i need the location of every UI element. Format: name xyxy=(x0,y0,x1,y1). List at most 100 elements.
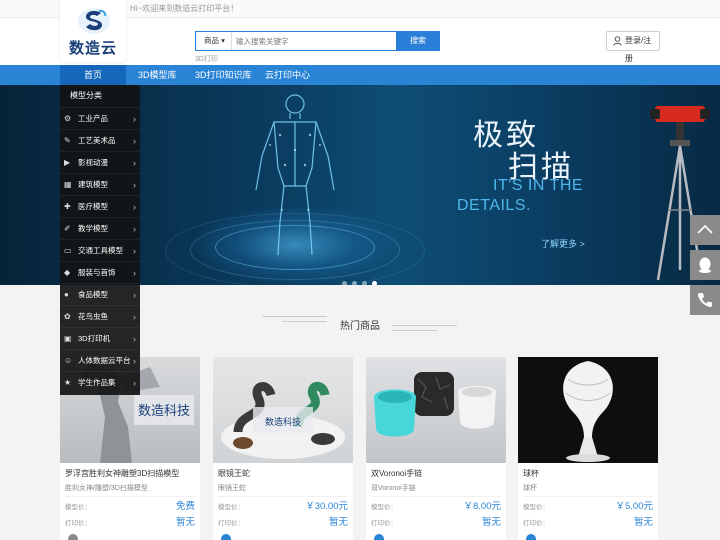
chevron-right-icon: › xyxy=(133,114,136,124)
avatar xyxy=(526,534,536,540)
product-card[interactable]: 球杯 球杯 模型价： ￥5.00元 打印价： 暂无 xyxy=(518,357,658,540)
category-item[interactable]: ▶ 影视动漫 › xyxy=(60,151,140,173)
industry-icon: ⚙ xyxy=(64,114,72,123)
nav-item-cloud-print-center[interactable]: 云打印中心 xyxy=(265,65,310,85)
category-menu: 模型分类 ⚙ 工业产品 › ✎ 工艺美术品 › ▶ 影视动漫 › ▦ 建筑模型 › ✚ 医疗模型 › ✐ 教学模… xyxy=(60,85,140,395)
avatar xyxy=(68,534,78,540)
divider xyxy=(65,496,195,497)
category-item[interactable]: ▭ 交通工具模型 › xyxy=(60,239,140,261)
nav-item-home[interactable]: 首页 xyxy=(60,65,126,85)
model-price-value: ￥5.00元 xyxy=(615,501,654,512)
chevron-right-icon: › xyxy=(133,312,136,322)
category-item-label: 交通工具模型 xyxy=(78,246,123,255)
banner-tagline-1: IT'S IN THE xyxy=(493,177,584,194)
category-item[interactable]: ◆ 服装与首饰 › xyxy=(60,261,140,283)
nav-item-knowledge-base[interactable]: 3D打印知识库 xyxy=(195,65,252,85)
category-item[interactable]: ✿ 花鸟虫鱼 › xyxy=(60,305,140,327)
search-button[interactable]: 搜索 xyxy=(396,31,440,51)
model-price-value: ￥30.00元 xyxy=(305,501,348,512)
category-item-label: 建筑模型 xyxy=(78,180,108,189)
model-price-label: 模型价： xyxy=(523,504,549,511)
watermark-text: 数造科技 xyxy=(265,416,301,427)
arrow-up-icon xyxy=(697,224,713,234)
category-item[interactable]: ✎ 工艺美术品 › xyxy=(60,129,140,151)
category-item-label: 花鸟虫鱼 xyxy=(78,312,108,321)
category-item[interactable]: ✚ 医疗模型 › xyxy=(60,195,140,217)
heading-decoration xyxy=(392,330,437,331)
carousel-dot[interactable] xyxy=(352,281,357,285)
chevron-right-icon: › xyxy=(133,268,136,278)
heading-decoration xyxy=(392,325,457,326)
avatar xyxy=(374,534,384,540)
avatar xyxy=(221,534,231,540)
chevron-right-icon: › xyxy=(133,356,136,366)
phone-service-button[interactable] xyxy=(690,285,720,315)
carousel-dot[interactable] xyxy=(342,281,347,285)
category-item[interactable]: ✐ 教学模型 › xyxy=(60,217,140,239)
learn-more-link[interactable]: 了解更多 > xyxy=(541,237,585,250)
carousel-dot[interactable] xyxy=(362,281,367,285)
sphere-cup-image xyxy=(563,361,613,462)
category-item-label: 工业产品 xyxy=(78,114,108,123)
chevron-right-icon: › xyxy=(133,158,136,168)
product-image[interactable]: 数造科技 xyxy=(213,357,353,463)
hot-keyword-link[interactable]: 3D打印 xyxy=(195,54,218,64)
carousel-dots xyxy=(342,273,382,285)
category-menu-title: 模型分类 xyxy=(70,91,102,100)
product-name[interactable]: 球杯 xyxy=(523,468,539,479)
student-icon: ★ xyxy=(64,378,72,387)
flower-icon: ✿ xyxy=(64,312,71,321)
site-logo[interactable]: 数造云 xyxy=(60,0,126,62)
category-item-label: 工艺美术品 xyxy=(78,136,116,145)
product-image[interactable] xyxy=(366,357,506,463)
category-item[interactable]: ⚙ 工业产品 › xyxy=(60,107,140,129)
logo-icon xyxy=(78,8,110,34)
product-name[interactable]: 眼镜王蛇 xyxy=(218,468,250,479)
print-price-value: 暂无 xyxy=(328,517,348,528)
watermark-text: 数造科技 xyxy=(138,403,190,418)
product-image[interactable] xyxy=(518,357,658,463)
chevron-right-icon: › xyxy=(133,202,136,212)
category-item[interactable]: ▣ 3D打印机 › xyxy=(60,327,140,349)
bracelet-image xyxy=(374,372,496,437)
carousel-dot-active[interactable] xyxy=(372,281,377,285)
category-item-label: 学生作品集 xyxy=(78,378,116,387)
category-item-label: 食品模型 xyxy=(78,290,108,299)
chevron-right-icon: › xyxy=(133,136,136,146)
print-price-label: 打印价： xyxy=(523,520,549,527)
category-item-label: 影视动漫 xyxy=(78,158,108,167)
category-item[interactable]: ● 食品模型 › xyxy=(60,283,140,305)
category-item-label: 医疗模型 xyxy=(78,202,108,211)
user-icon xyxy=(613,36,622,46)
category-item[interactable]: ☺ 人体数据云平台 › xyxy=(60,349,140,371)
print-price-value: 暂无 xyxy=(481,517,501,528)
welcome-text: Hi~欢迎来到数造云打印平台！ xyxy=(130,4,239,13)
nav-item-model-library[interactable]: 3D模型库 xyxy=(138,65,177,85)
product-subtitle: 胜利女神/雕塑/3D扫描模型 xyxy=(65,485,148,492)
snake-image: 数造科技 xyxy=(221,381,345,459)
login-button[interactable]: 登录/注册 xyxy=(606,31,660,63)
print-price-label: 打印价： xyxy=(218,520,244,527)
main-nav: 首页 3D模型库 3D打印知识库 云打印中心 xyxy=(0,65,720,85)
product-name[interactable]: 双Voronoi手链 xyxy=(371,468,422,479)
divider xyxy=(218,496,348,497)
product-card[interactable]: 数造科技 眼镜王蛇 眼镜王蛇 模型价： ￥30.00元 打印价： 暂无 xyxy=(213,357,353,540)
product-card[interactable]: 双Voronoi手链 双Voronoi手链 模型价： ￥8.00元 打印价： 暂… xyxy=(366,357,506,540)
product-name[interactable]: 罗浮宫胜利女神雕塑3D扫描模型 xyxy=(65,468,179,479)
category-item[interactable]: ▦ 建筑模型 › xyxy=(60,173,140,195)
phone-icon xyxy=(697,293,712,308)
model-price-label: 模型价： xyxy=(218,504,244,511)
diamond-icon: ◆ xyxy=(64,268,71,277)
category-item[interactable]: ★ 学生作品集 › xyxy=(60,371,140,393)
product-subtitle: 眼镜王蛇 xyxy=(218,485,246,492)
teaching-icon: ✐ xyxy=(64,224,71,233)
search-input[interactable] xyxy=(232,32,395,50)
print-price-label: 打印价： xyxy=(65,520,91,527)
back-to-top-button[interactable] xyxy=(690,215,720,245)
qq-service-button[interactable] xyxy=(690,250,720,280)
search-category-select[interactable]: 商品 ▾ xyxy=(196,32,232,50)
print-price-label: 打印价： xyxy=(371,520,397,527)
model-price-label: 模型价： xyxy=(371,504,397,511)
medical-icon: ✚ xyxy=(64,202,71,211)
print-price-value: 暂无 xyxy=(633,517,653,528)
